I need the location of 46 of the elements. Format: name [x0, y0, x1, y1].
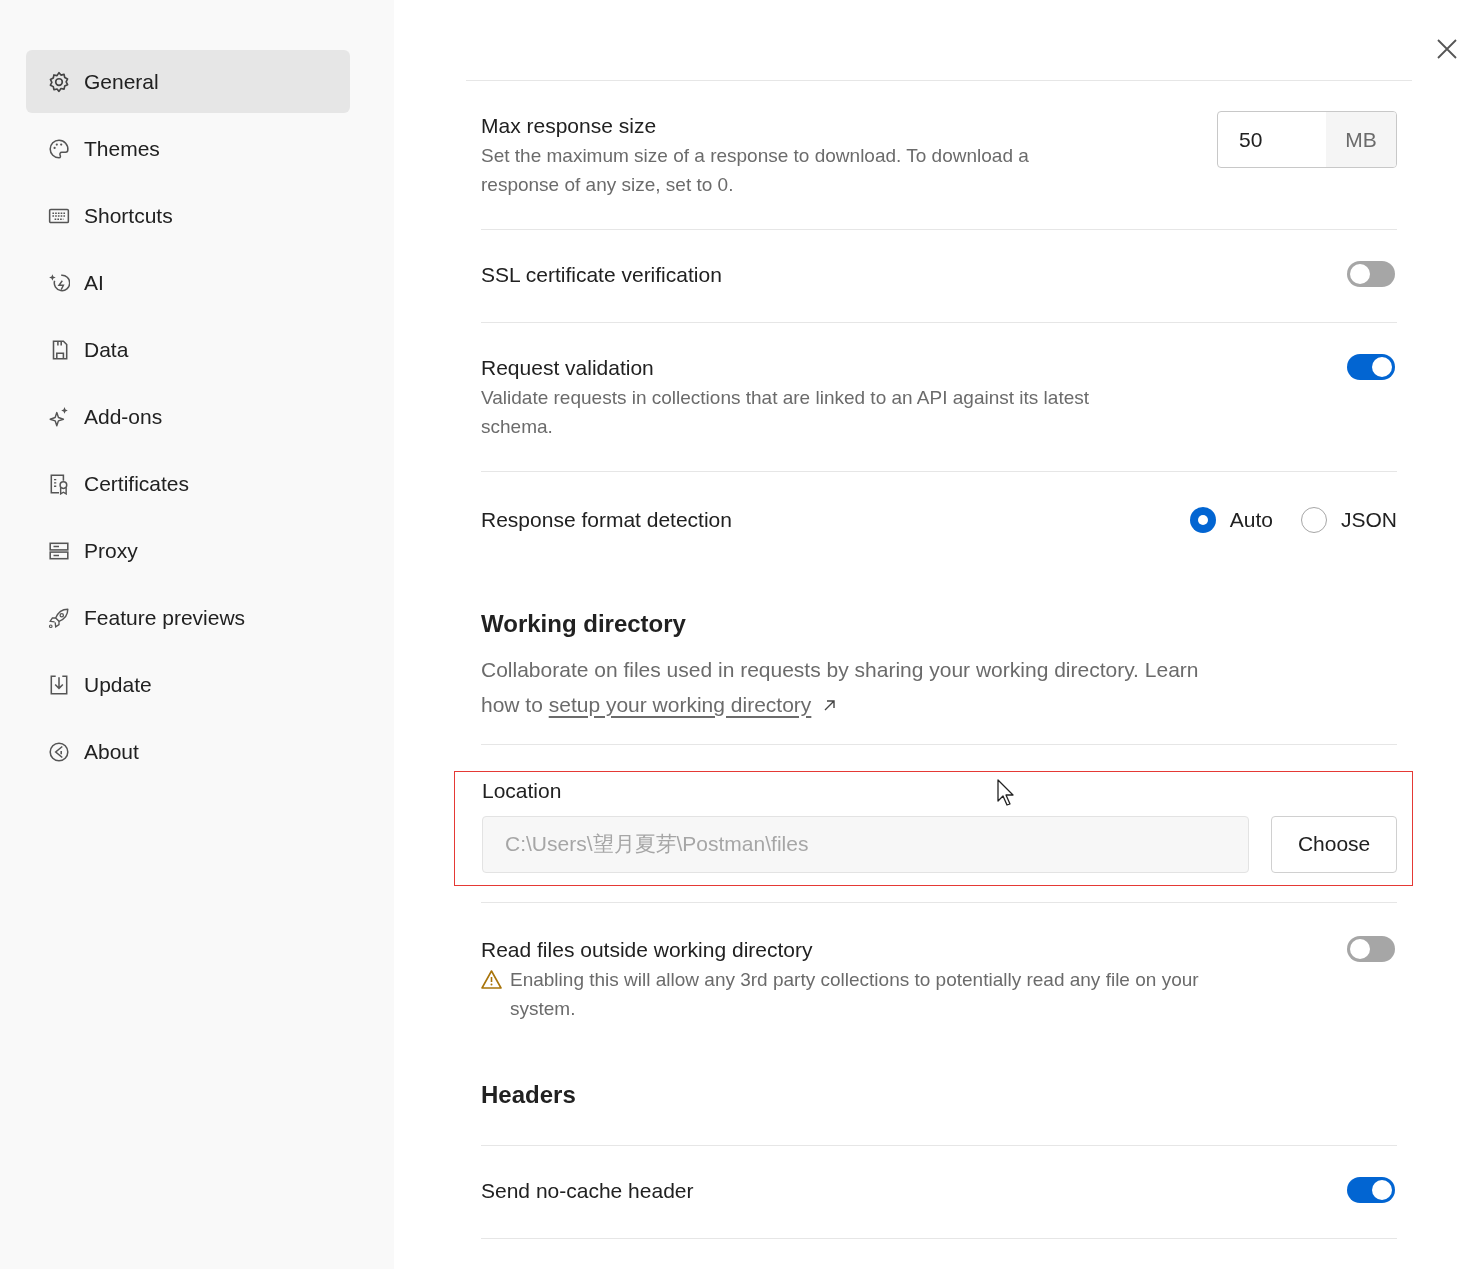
setting-description: Validate requests in collections that are linked to an API against its latest schema. — [481, 386, 1090, 439]
unit-label: MB — [1326, 112, 1396, 167]
radio-option[interactable]: JSON — [1301, 504, 1397, 536]
sidebar-item[interactable]: Feature previews — [26, 586, 350, 649]
gear-icon — [48, 70, 70, 93]
sidebar-item[interactable]: Shortcuts — [26, 184, 350, 247]
sidebar-item[interactable]: AI — [26, 251, 350, 314]
certificate-icon — [48, 472, 70, 495]
radio-option[interactable]: Auto — [1189, 504, 1273, 536]
section-heading: Working directory — [481, 608, 687, 639]
radio-button[interactable] — [1301, 506, 1327, 533]
close-button[interactable] — [1436, 38, 1458, 60]
toggle-switch[interactable] — [1347, 935, 1395, 962]
setting-title: Max response size — [481, 113, 658, 139]
sidebar-item[interactable]: Proxy — [26, 519, 350, 582]
setting-title: Read files outside working directory — [481, 936, 814, 963]
sidebar-item[interactable]: Add-ons — [26, 385, 350, 448]
setting-description: Set the maximum size of a response to download. To download a response of any size, set to 0. — [481, 144, 1030, 197]
setting-title: Send no-cache header — [481, 1177, 695, 1204]
sidebar-item[interactable]: Themes — [26, 117, 350, 180]
section-description: Collaborate on files used in requests by sharing your working directory. Learn how to setup your working directory — [481, 656, 1200, 718]
toggle-switch[interactable] — [1347, 1176, 1395, 1203]
sparkles-icon — [48, 405, 70, 428]
setting-title: Request validation — [481, 355, 655, 381]
sidebar-item[interactable]: Update — [26, 653, 350, 716]
radio-button[interactable] — [1189, 506, 1216, 533]
toggle-switch[interactable] — [1347, 354, 1395, 380]
close-icon — [1437, 39, 1457, 59]
sidebar-item[interactable]: General — [26, 50, 350, 113]
setup-link[interactable]: setup your working directory — [548, 692, 812, 716]
ai-sparkle-icon — [48, 271, 70, 294]
setting-title: Response format detection — [481, 507, 732, 533]
sidebar-item[interactable]: Data — [26, 318, 350, 381]
warning-text: Enabling this will allow any 3rd party collections to potentially read any file on your system. — [510, 967, 1200, 1021]
sidebar-item[interactable]: Certificates — [26, 452, 350, 515]
download-icon — [48, 673, 70, 696]
number-field[interactable]: 50 MB — [1217, 111, 1397, 168]
toggle-switch[interactable] — [1347, 261, 1395, 287]
sidebar-item[interactable]: About — [26, 720, 350, 783]
external-link-icon — [823, 699, 837, 713]
warning-icon — [481, 969, 502, 989]
setting-title: SSL certificate verification — [481, 262, 723, 288]
palette-icon — [48, 137, 70, 160]
field-label: Location — [482, 777, 562, 804]
section-heading: Headers — [481, 1079, 577, 1110]
rocket-icon — [48, 606, 70, 629]
